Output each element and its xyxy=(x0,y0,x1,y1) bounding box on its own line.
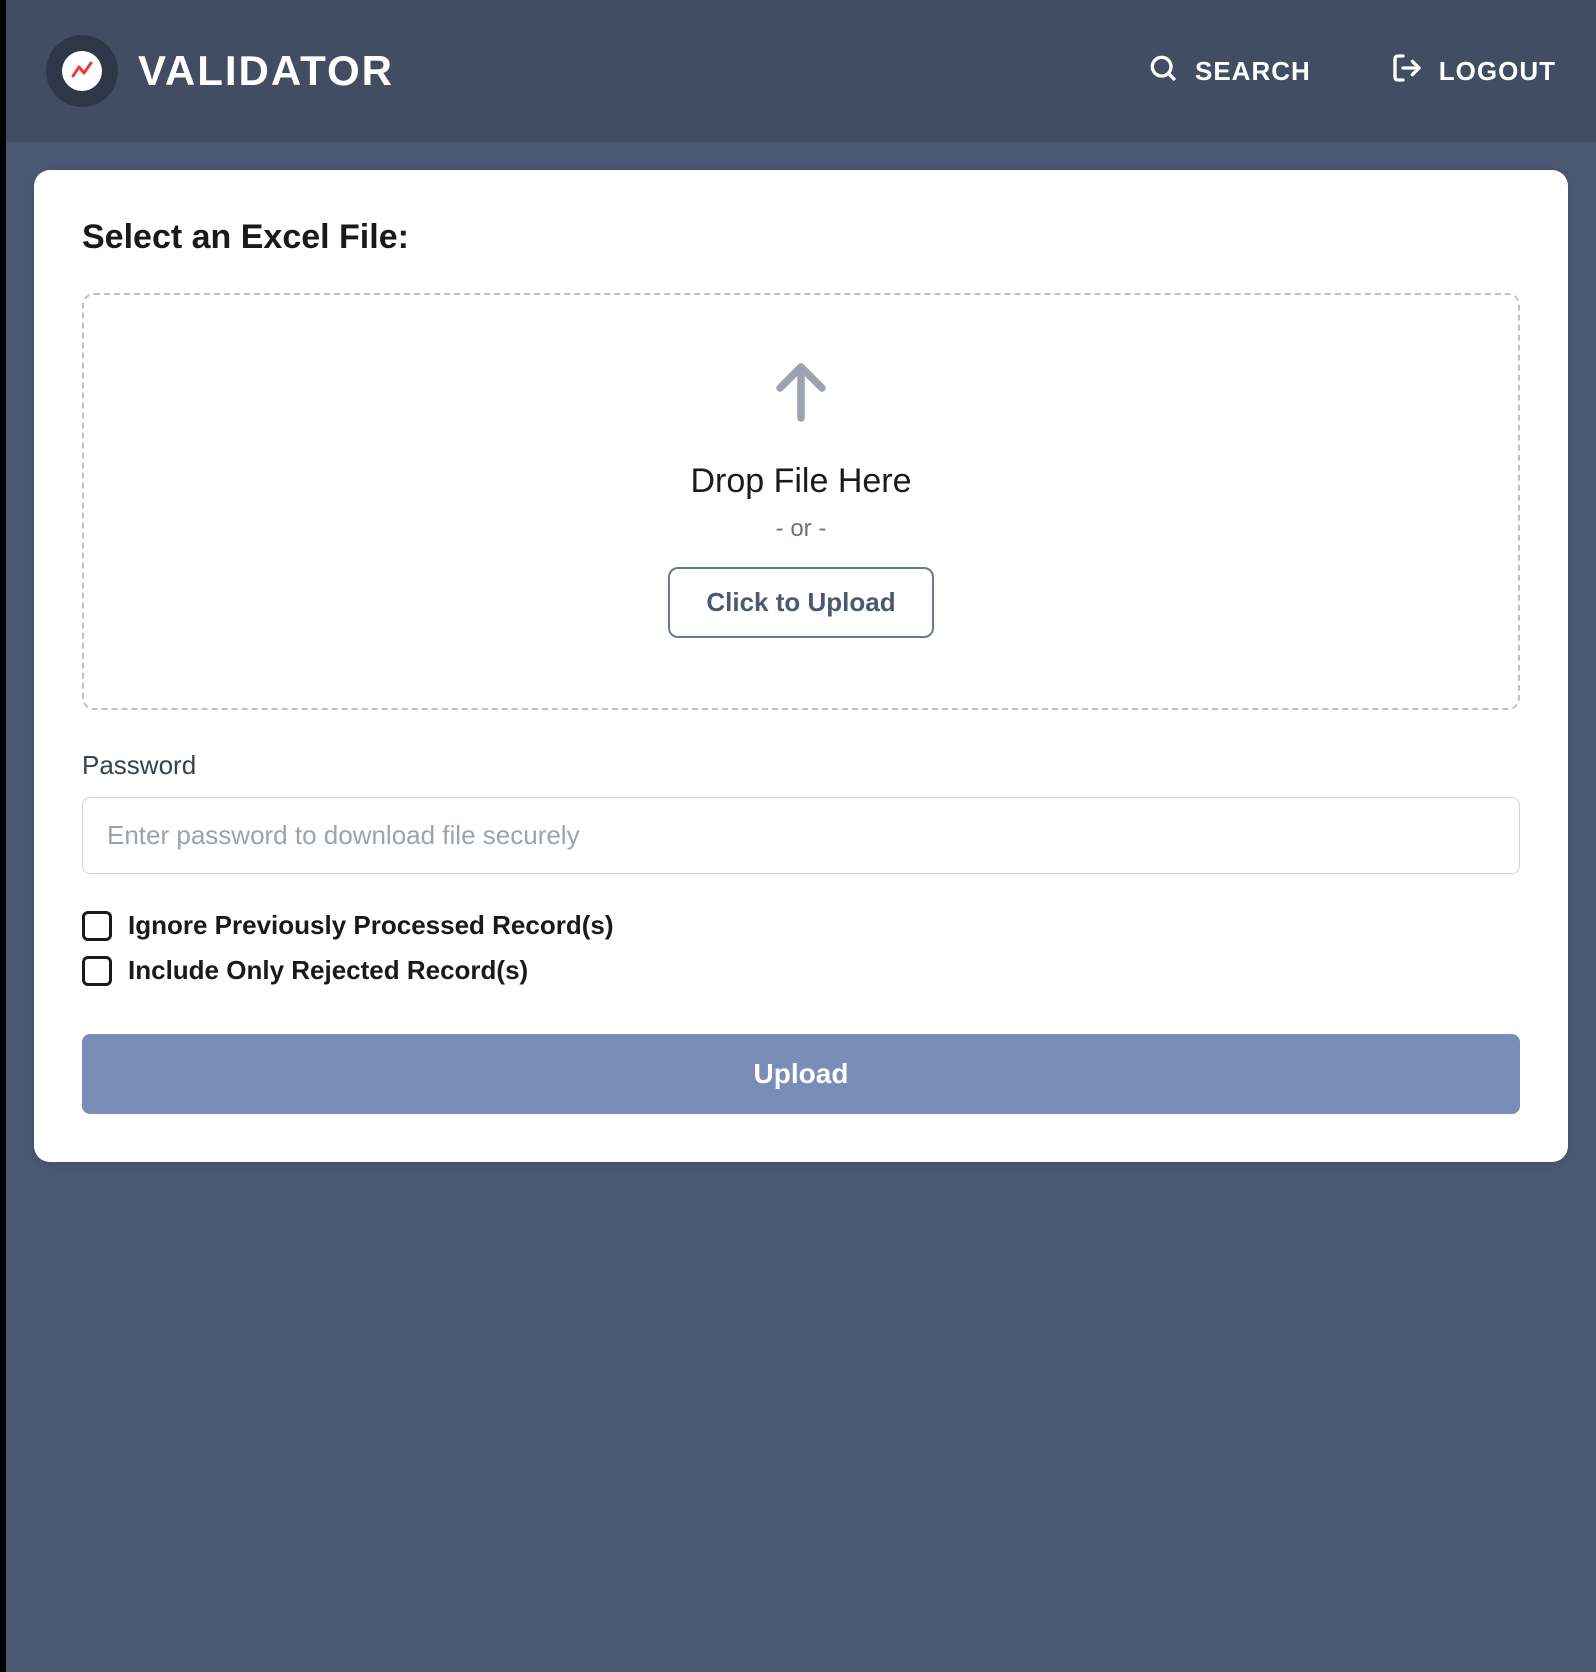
ignore-processed-checkbox[interactable] xyxy=(82,911,112,941)
dropzone-or-text: - or - xyxy=(776,515,827,543)
page-title: Select an Excel File: xyxy=(82,218,1520,257)
password-label: Password xyxy=(82,750,1520,781)
logo-icon xyxy=(62,51,102,91)
file-dropzone[interactable]: Drop File Here - or - Click to Upload xyxy=(82,293,1520,710)
dropzone-title: Drop File Here xyxy=(690,462,911,501)
logout-label: LOGOUT xyxy=(1439,56,1556,87)
logout-button[interactable]: LOGOUT xyxy=(1391,52,1556,91)
search-label: SEARCH xyxy=(1195,56,1311,87)
only-rejected-row: Include Only Rejected Record(s) xyxy=(82,955,1520,986)
upload-submit-button[interactable]: Upload xyxy=(82,1034,1520,1114)
search-button[interactable]: SEARCH xyxy=(1147,52,1311,91)
only-rejected-checkbox[interactable] xyxy=(82,956,112,986)
logout-icon xyxy=(1391,52,1423,91)
ignore-processed-row: Ignore Previously Processed Record(s) xyxy=(82,910,1520,941)
password-input[interactable] xyxy=(82,797,1520,874)
click-to-upload-button[interactable]: Click to Upload xyxy=(668,567,933,638)
header-actions: SEARCH LOGOUT xyxy=(1147,52,1556,91)
app-header: VALIDATOR SEARCH LOGOUT xyxy=(6,0,1596,142)
logo-badge xyxy=(46,35,118,107)
ignore-processed-label: Ignore Previously Processed Record(s) xyxy=(128,910,614,941)
upload-arrow-icon xyxy=(765,355,837,432)
only-rejected-label: Include Only Rejected Record(s) xyxy=(128,955,528,986)
logo-section: VALIDATOR xyxy=(46,35,394,107)
upload-card: Select an Excel File: Drop File Here - o… xyxy=(34,170,1568,1162)
app-title: VALIDATOR xyxy=(138,47,394,95)
search-icon xyxy=(1147,52,1179,91)
